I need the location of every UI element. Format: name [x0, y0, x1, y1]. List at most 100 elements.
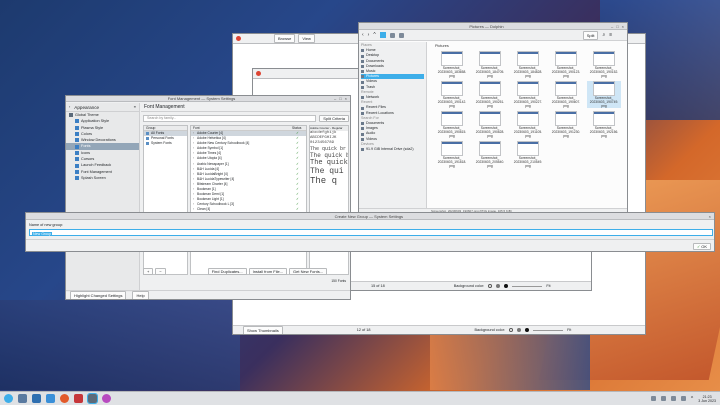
- network-icon[interactable]: [660, 396, 666, 401]
- thumbnail-bar: [518, 112, 538, 114]
- place-icon: [361, 106, 364, 110]
- file-item[interactable]: Screenshot_ 20230603_191818. png: [435, 141, 469, 168]
- help-button[interactable]: Help: [132, 291, 149, 299]
- volume-icon[interactable]: [670, 396, 676, 401]
- file-item[interactable]: Screenshot_ 20230603_190123. png: [549, 51, 583, 78]
- zoom-slider[interactable]: [512, 285, 543, 287]
- install-from-file-button[interactable]: Install from File...: [248, 268, 288, 275]
- forward-icon[interactable]: ›: [368, 32, 370, 38]
- close-icon[interactable]: ×: [345, 96, 347, 101]
- font-search-row: Search by family... Split Criteria: [143, 115, 349, 122]
- clipboard-icon[interactable]: [650, 396, 656, 401]
- group-item[interactable]: System Fonts: [144, 141, 187, 146]
- file-item[interactable]: Screenshot_ 20230603_190815. png: [435, 111, 469, 138]
- app-launcher-icon[interactable]: [4, 394, 13, 403]
- font-column-header[interactable]: Font: [193, 126, 292, 130]
- system-settings-active-task-icon[interactable]: [87, 393, 98, 404]
- system-settings-window[interactable]: Font Management — System Settings – □ × ‹ …: [65, 95, 351, 300]
- bg-black-radio[interactable]: [504, 284, 509, 288]
- ok-button[interactable]: ✓ OK: [693, 243, 711, 250]
- find-duplicates-button[interactable]: Find Duplicates...: [207, 268, 247, 275]
- file-item[interactable]: Screenshot_ 20230603_183658. png: [435, 51, 469, 78]
- preview-line: The quick: [310, 159, 348, 167]
- system-settings-task-icon[interactable]: [18, 394, 27, 403]
- add-group-button[interactable]: +: [143, 268, 154, 275]
- close-icon[interactable]: ×: [709, 214, 711, 219]
- clock[interactable]: 21:23 3 Jun 2023: [698, 395, 716, 403]
- place-icon: [361, 122, 364, 126]
- compact-view-icon[interactable]: [389, 32, 395, 38]
- bg-white-radio[interactable]: [488, 284, 493, 288]
- file-item[interactable]: Screenshot_ 20230603_190607. png: [549, 81, 583, 108]
- bg-black-radio[interactable]: [525, 328, 530, 332]
- bg-grey-radio[interactable]: [517, 328, 522, 332]
- file-name-line3: png: [487, 104, 493, 108]
- sidebar-item-label: Splash Screen: [81, 175, 106, 180]
- minimize-icon[interactable]: –: [334, 96, 336, 101]
- up-icon[interactable]: ^: [373, 32, 375, 38]
- group-name-input[interactable]: New Group: [29, 229, 713, 236]
- icons-view-icon[interactable]: [379, 32, 386, 38]
- search-icon[interactable]: ⌕: [602, 32, 605, 38]
- maximize-icon[interactable]: □: [616, 24, 618, 29]
- place-icon: [361, 132, 364, 136]
- menu-icon[interactable]: ≡: [134, 105, 136, 109]
- gwenview-task-icon[interactable]: [74, 394, 83, 403]
- split-button[interactable]: Split: [582, 30, 599, 40]
- highlight-changed-button[interactable]: Highlight Changed Settings: [70, 291, 127, 299]
- minimize-icon[interactable]: –: [611, 24, 613, 29]
- file-item[interactable]: Screenshot_ 20230603_184828. png: [511, 51, 545, 78]
- status-column-header[interactable]: Status: [292, 126, 306, 130]
- file-item[interactable]: Screenshot_ 20230603_190749. png: [587, 81, 621, 108]
- places-item[interactable]: 91.9 GiB Internal Drive (sda2): [361, 147, 424, 152]
- file-item[interactable]: Screenshot_ 20230603_191105. png: [511, 111, 545, 138]
- dolphin-window[interactable]: Pictures — Dolphin – □ × ‹ › ^ Split ⌕ ≡ P…: [358, 22, 628, 215]
- file-item[interactable]: Screenshot_ 20230603_190251. png: [473, 81, 507, 108]
- create-group-dialog[interactable]: Create New Group — System Settings × Nam…: [25, 212, 715, 252]
- breadcrumb[interactable]: Pictures: [435, 44, 449, 48]
- file-item[interactable]: Screenshot_ 20230603_190152. png: [587, 51, 621, 78]
- zoom-select[interactable]: Fit: [546, 284, 550, 288]
- bg-grey-radio[interactable]: [496, 284, 501, 288]
- firefox-task-icon[interactable]: [60, 394, 69, 403]
- file-item[interactable]: Screenshot_ 20230603_190828. png: [473, 111, 507, 138]
- file-item[interactable]: Screenshot_ 20230603_190227. png: [511, 81, 545, 108]
- groups-panel: Group All Fonts Personal Fonts System Font…: [143, 125, 188, 275]
- maximize-icon[interactable]: □: [339, 96, 341, 101]
- show-thumbnails-button[interactable]: Show Thumbnails: [243, 325, 283, 334]
- get-new-fonts-button[interactable]: Get New Fonts...: [289, 268, 328, 275]
- discover-task-icon[interactable]: [32, 394, 41, 403]
- sidebar-item[interactable]: Splash Screen: [66, 175, 139, 181]
- font-search-input[interactable]: Search by family...: [143, 115, 317, 122]
- back-icon[interactable]: ‹: [362, 32, 364, 38]
- expand-tray-icon[interactable]: ^: [691, 396, 693, 402]
- file-item[interactable]: Screenshot_ 20230603_184705. png: [473, 51, 507, 78]
- select-criteria-button[interactable]: Split Criteria: [319, 115, 349, 122]
- battery-icon[interactable]: [680, 396, 686, 401]
- location-bar[interactable]: Pictures: [431, 44, 625, 50]
- view-button[interactable]: View: [298, 34, 315, 43]
- group-name-value: New Group: [32, 232, 53, 236]
- settings-title: Font Management — System Settings: [167, 96, 236, 101]
- file-item[interactable]: Screenshot_ 20230603_210549. png: [511, 141, 545, 168]
- back-icon[interactable]: ‹: [69, 105, 70, 109]
- file-item[interactable]: Screenshot_ 20230603_192156. png: [587, 111, 621, 138]
- place-icon: [361, 85, 364, 89]
- close-icon[interactable]: ×: [622, 24, 624, 29]
- zoom-slider[interactable]: [533, 329, 564, 331]
- bg-white-radio[interactable]: [509, 328, 514, 332]
- dialog-button-row: ✓ OK: [26, 239, 714, 251]
- spectacle-task-icon[interactable]: [102, 394, 111, 403]
- file-item[interactable]: Screenshot_ 20230603_205540. png: [473, 141, 507, 168]
- zoom-select[interactable]: Fit: [567, 328, 571, 332]
- sidebar-item-icon: [75, 163, 79, 168]
- file-item[interactable]: Screenshot_ 20230603_191230. png: [549, 111, 583, 138]
- menu-icon[interactable]: ≡: [609, 32, 612, 38]
- file-item[interactable]: Screenshot_ 20230603_190142. png: [435, 81, 469, 108]
- browse-button[interactable]: Browse: [274, 34, 296, 43]
- dolphin-task-icon[interactable]: [46, 394, 55, 403]
- sidebar-item-icon: [75, 144, 79, 149]
- details-view-icon[interactable]: [398, 32, 404, 38]
- group-item-label: System Fonts: [151, 141, 172, 145]
- remove-group-button[interactable]: −: [155, 268, 166, 275]
